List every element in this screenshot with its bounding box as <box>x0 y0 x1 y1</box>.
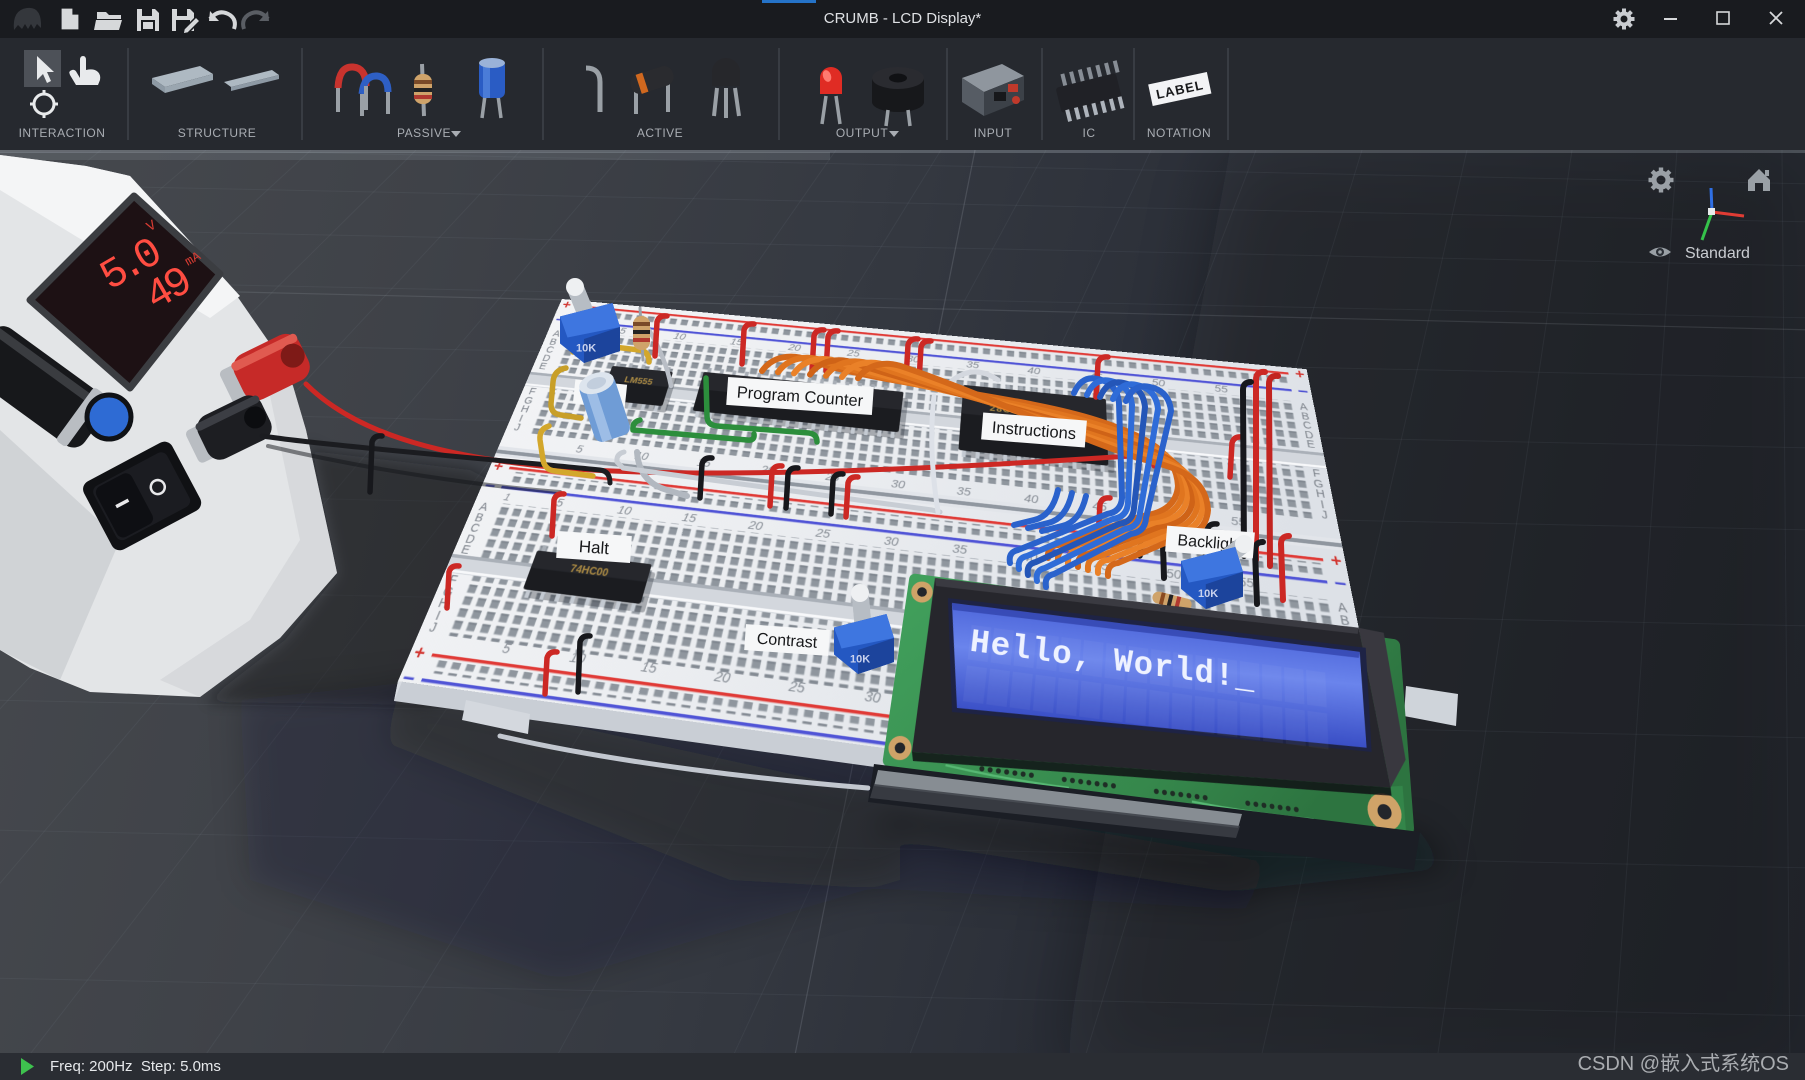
svg-text:Standard: Standard <box>1685 245 1750 262</box>
